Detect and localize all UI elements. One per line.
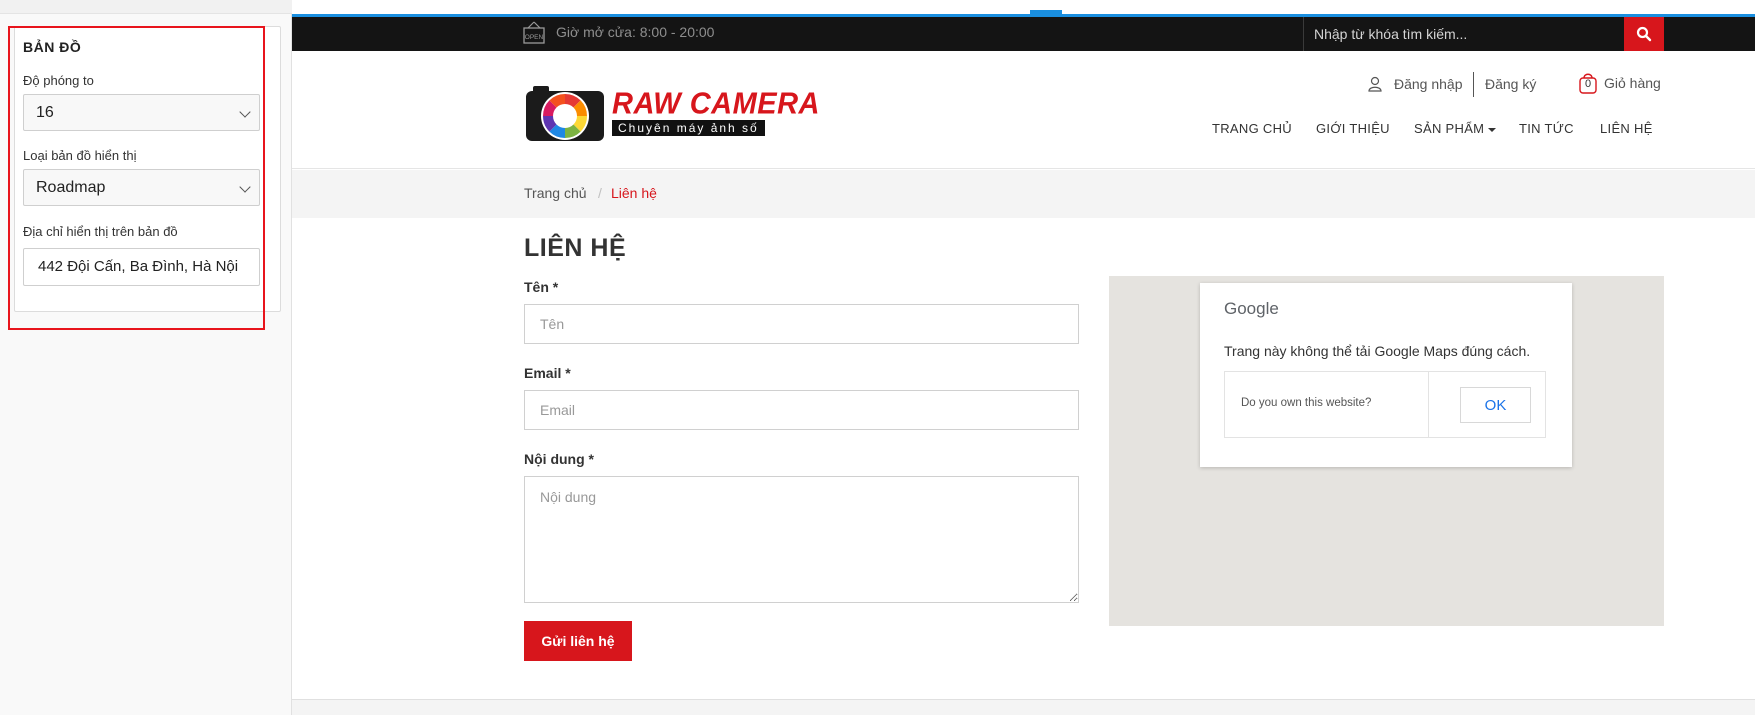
address-input[interactable]: 442 Đội Cấn, Ba Đình, Hà Nội: [23, 248, 260, 286]
nav-about[interactable]: GIỚI THIỆU: [1316, 121, 1390, 136]
user-icon: [1368, 76, 1382, 92]
ok-button[interactable]: OK: [1460, 387, 1531, 423]
nav-news[interactable]: TIN TỨC: [1519, 121, 1574, 136]
cart-link[interactable]: Giỏ hàng: [1604, 75, 1661, 91]
site-preview: OPEN Giờ mở cửa: 8:00 - 20:00 Nhập từ kh…: [292, 0, 1755, 715]
topbar: OPEN Giờ mở cửa: 8:00 - 20:00: [292, 17, 1755, 51]
sidebar-top-strip: [0, 0, 292, 14]
nav-contact[interactable]: LIÊN HỆ: [1600, 121, 1653, 136]
breadcrumb-home[interactable]: Trang chủ: [524, 185, 587, 201]
email-input[interactable]: [524, 390, 1079, 430]
map-embed: Google Trang này không thể tải Google Ma…: [1109, 276, 1664, 626]
address-label: Địa chỉ hiển thị trên bản đồ: [23, 224, 178, 239]
register-link[interactable]: Đăng ký: [1485, 76, 1536, 92]
breadcrumb: Trang chủ / Liên hệ: [292, 170, 1755, 218]
footer-edge: [292, 699, 1755, 715]
maps-error-dialog: Google Trang này không thể tải Google Ma…: [1200, 283, 1572, 467]
svg-text:OPEN: OPEN: [525, 34, 544, 41]
name-label: Tên *: [524, 279, 559, 295]
map-type-label: Loại bản đồ hiển thị: [23, 148, 137, 163]
submit-button[interactable]: Gửi liên hệ: [524, 621, 632, 661]
opening-hours: Giờ mở cửa: 8:00 - 20:00: [556, 24, 715, 40]
nav-products-label: SẢN PHẨM: [1414, 121, 1485, 136]
ownership-divider: [1428, 372, 1429, 437]
settings-sidebar: BẢN ĐỒ Độ phóng to 16 Loại bản đồ hiển t…: [0, 0, 292, 715]
map-section-title: BẢN ĐỒ: [23, 39, 82, 55]
chevron-down-icon: [239, 181, 251, 193]
map-type-select[interactable]: Roadmap: [23, 169, 260, 206]
chevron-down-icon: [239, 106, 251, 118]
nav-products[interactable]: SẢN PHẨM: [1414, 121, 1497, 136]
maps-error-message: Trang này không thể tải Google Maps đúng…: [1224, 343, 1531, 359]
cart-count: 0: [1584, 78, 1592, 90]
ownership-question: Do you own this website?: [1241, 397, 1372, 409]
google-brand: Google: [1224, 299, 1279, 318]
search-button[interactable]: [1624, 17, 1664, 51]
breadcrumb-separator: /: [598, 185, 602, 201]
zoom-select[interactable]: 16: [23, 94, 260, 131]
content-label: Nội dung *: [524, 451, 594, 467]
search-icon: [1636, 26, 1652, 42]
header-divider: [1473, 72, 1474, 97]
zoom-label: Độ phóng to: [23, 73, 94, 88]
preview-top-handle[interactable]: [1030, 10, 1062, 16]
content-textarea[interactable]: [524, 476, 1079, 603]
breadcrumb-current: Liên hệ: [611, 185, 657, 201]
open-sign-icon: OPEN: [523, 21, 545, 44]
nav-home[interactable]: TRANG CHỦ: [1212, 121, 1292, 136]
search-box: [1303, 17, 1624, 51]
zoom-select-value: 16: [36, 104, 54, 121]
ownership-box: Do you own this website? OK: [1224, 371, 1546, 438]
page-title: LIÊN HỆ: [524, 234, 627, 262]
logo-tagline: Chuyên máy ảnh số: [612, 120, 765, 136]
email-label: Email *: [524, 365, 571, 381]
login-link[interactable]: Đăng nhập: [1394, 76, 1463, 92]
search-input[interactable]: [1304, 17, 1624, 51]
site-header: RAW CAMERA Chuyên máy ảnh số Đăng nhập Đ…: [292, 51, 1755, 169]
caret-down-icon: [1488, 127, 1497, 132]
logo-wordmark: RAW CAMERA: [612, 87, 820, 121]
map-type-select-value: Roadmap: [36, 179, 106, 196]
name-input[interactable]: [524, 304, 1079, 344]
